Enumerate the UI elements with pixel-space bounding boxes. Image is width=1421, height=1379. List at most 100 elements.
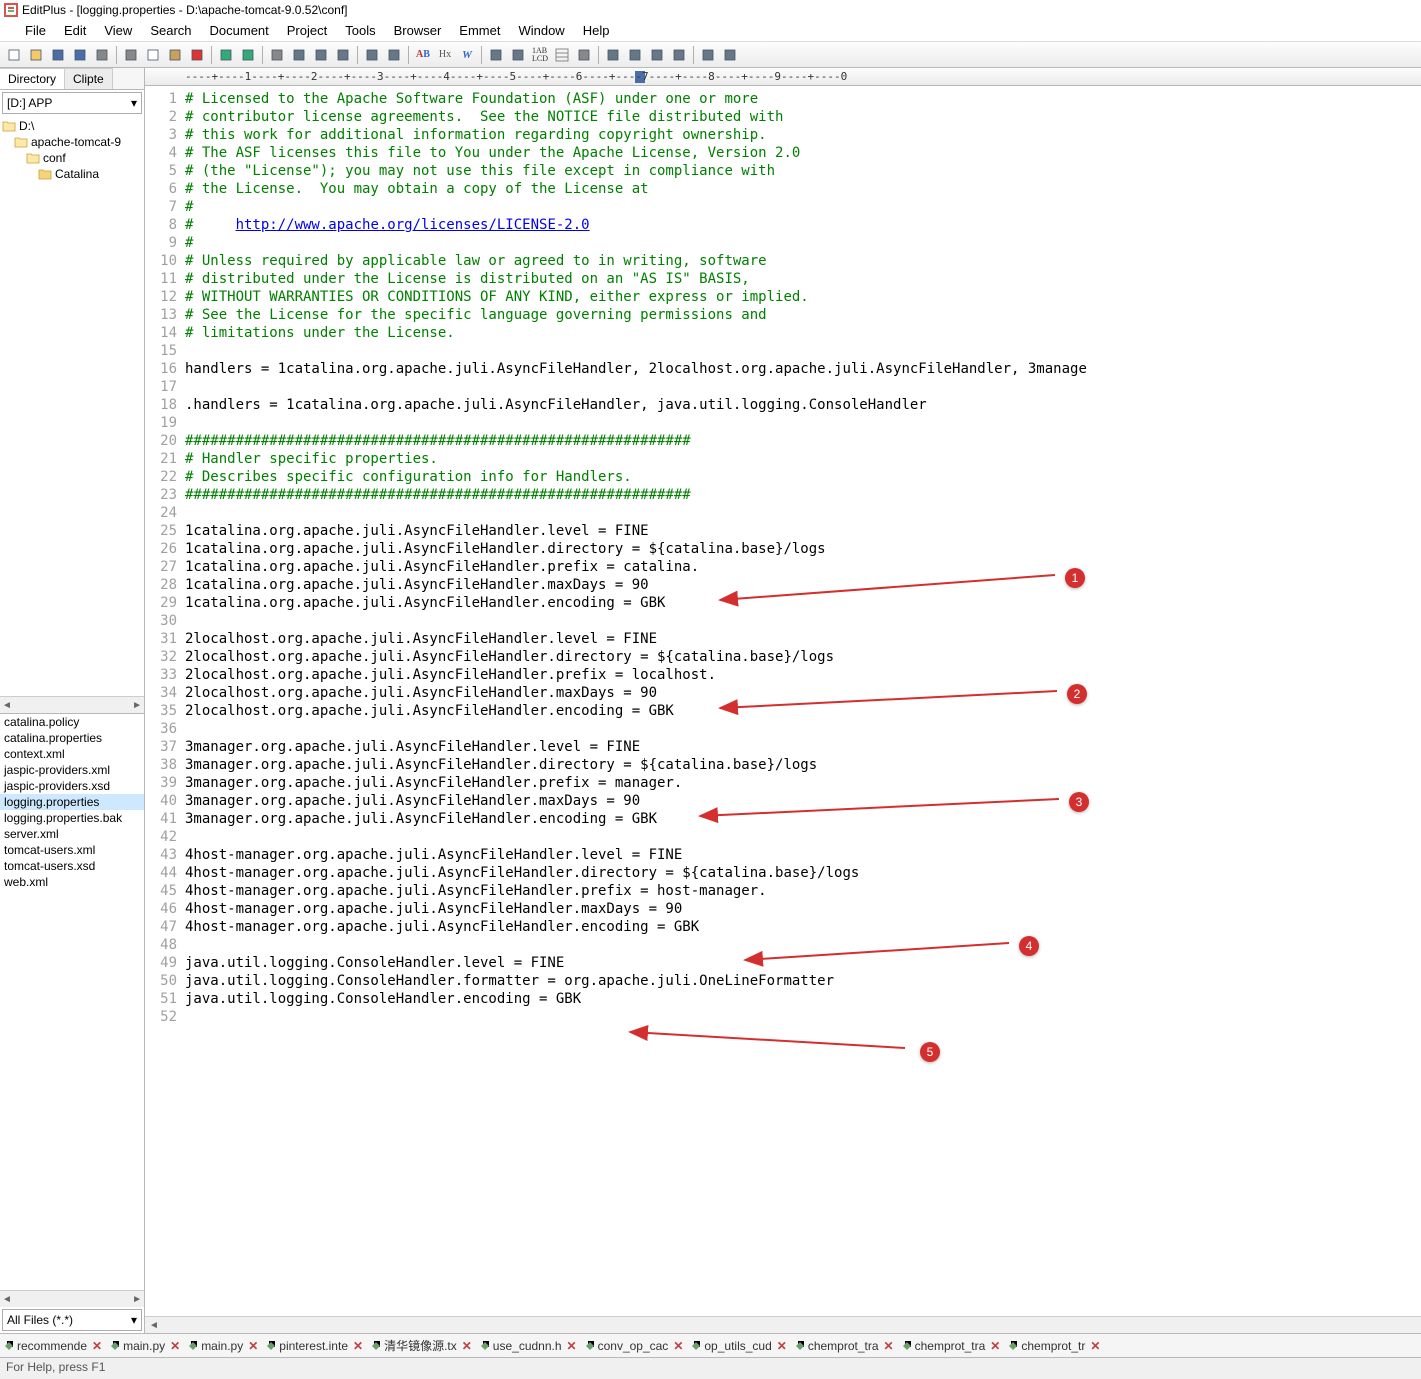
toolbar: ABHxW 1ABLCD bbox=[0, 42, 1421, 68]
menu-view[interactable]: View bbox=[95, 21, 141, 40]
file-context.xml[interactable]: context.xml bbox=[0, 746, 144, 762]
redo-button[interactable] bbox=[238, 45, 258, 65]
close-tab-icon[interactable]: ✕ bbox=[462, 1339, 472, 1353]
gear-button[interactable] bbox=[574, 45, 594, 65]
file-catalina.policy[interactable]: catalina.policy bbox=[0, 714, 144, 730]
menu-tools[interactable]: Tools bbox=[336, 21, 384, 40]
menu-document[interactable]: Document bbox=[201, 21, 278, 40]
close-tab-icon[interactable]: ✕ bbox=[884, 1339, 894, 1353]
go-to-button[interactable] bbox=[333, 45, 353, 65]
drive-selector[interactable]: [D:] APP ▾ bbox=[2, 92, 142, 114]
folder-tree[interactable]: D:\apache-tomcat-9confCatalina bbox=[0, 116, 144, 696]
doc-tab-chemprot_tra[interactable]: chemprot_tra✕ bbox=[791, 1337, 898, 1355]
filelist-scrollbar[interactable]: ◄► bbox=[0, 1290, 144, 1307]
folder-Catalina[interactable]: Catalina bbox=[2, 166, 142, 182]
hx-hex-button[interactable]: Hx bbox=[435, 45, 455, 65]
doc-tab-main.py[interactable]: main.py✕ bbox=[106, 1337, 184, 1355]
editor-h-scrollbar[interactable]: ◄ bbox=[145, 1316, 1421, 1333]
menu-search[interactable]: Search bbox=[141, 21, 200, 40]
ruler-button[interactable] bbox=[698, 45, 718, 65]
doc-tab-main.py[interactable]: main.py✕ bbox=[184, 1337, 262, 1355]
1ab-button[interactable]: 1ABLCD bbox=[530, 45, 550, 65]
folder-D[interactable]: D:\ bbox=[2, 118, 142, 134]
file-jaspic-providers.xml[interactable]: jaspic-providers.xml bbox=[0, 762, 144, 778]
menu-file[interactable]: File bbox=[16, 21, 55, 40]
copy-button[interactable] bbox=[143, 45, 163, 65]
new-file-button[interactable] bbox=[4, 45, 24, 65]
show-spaces-button[interactable] bbox=[669, 45, 689, 65]
tree-scrollbar[interactable]: ◄► bbox=[0, 696, 144, 713]
close-tab-icon[interactable]: ✕ bbox=[990, 1339, 1000, 1353]
doc-tab-use_cudnn.h[interactable]: use_cudnn.h✕ bbox=[476, 1337, 581, 1355]
column-sel-button[interactable] bbox=[603, 45, 623, 65]
file-list[interactable]: catalina.policycatalina.propertiescontex… bbox=[0, 713, 144, 1290]
close-tab-icon[interactable]: ✕ bbox=[567, 1339, 577, 1353]
find-button[interactable] bbox=[267, 45, 287, 65]
spell-button[interactable] bbox=[362, 45, 382, 65]
side-panel: Directory Clipte [D:] APP ▾ D:\apache-to… bbox=[0, 68, 145, 1333]
word-wrap-button[interactable] bbox=[384, 45, 404, 65]
doc-tab-chemprot_tra[interactable]: chemprot_tra✕ bbox=[898, 1337, 1005, 1355]
close-tab-icon[interactable]: ✕ bbox=[673, 1339, 683, 1353]
menu-project[interactable]: Project bbox=[278, 21, 336, 40]
modified-icon bbox=[1008, 1341, 1018, 1351]
save-all-button[interactable] bbox=[70, 45, 90, 65]
close-tab-icon[interactable]: ✕ bbox=[170, 1339, 180, 1353]
close-tab-icon[interactable]: ✕ bbox=[1090, 1339, 1100, 1353]
menu-bar: FileEditViewSearchDocumentProjectToolsBr… bbox=[0, 20, 1421, 42]
browser-button[interactable] bbox=[720, 45, 740, 65]
find-next-button[interactable] bbox=[289, 45, 309, 65]
outdent-button[interactable] bbox=[508, 45, 528, 65]
close-tab-icon[interactable]: ✕ bbox=[248, 1339, 258, 1353]
delete-button[interactable] bbox=[187, 45, 207, 65]
chevron-down-icon: ▾ bbox=[131, 1313, 137, 1327]
menu-edit[interactable]: Edit bbox=[55, 21, 95, 40]
file-server.xml[interactable]: server.xml bbox=[0, 826, 144, 842]
file-logging.properties.bak[interactable]: logging.properties.bak bbox=[0, 810, 144, 826]
indent-button[interactable] bbox=[486, 45, 506, 65]
annotation-marker-3: 3 bbox=[1069, 792, 1089, 812]
close-tab-icon[interactable]: ✕ bbox=[777, 1339, 787, 1353]
file-web.xml[interactable]: web.xml bbox=[0, 874, 144, 890]
file-logging.properties[interactable]: logging.properties bbox=[0, 794, 144, 810]
cut-button[interactable] bbox=[121, 45, 141, 65]
folder-conf[interactable]: conf bbox=[2, 150, 142, 166]
menu-browser[interactable]: Browser bbox=[385, 21, 451, 40]
document-tabs: recommende✕main.py✕main.py✕pinterest.int… bbox=[0, 1333, 1421, 1357]
lcd-button[interactable] bbox=[552, 45, 572, 65]
folder-apache-tomcat-9[interactable]: apache-tomcat-9 bbox=[2, 134, 142, 150]
file-tomcat-users.xml[interactable]: tomcat-users.xml bbox=[0, 842, 144, 858]
show-tabs-button[interactable] bbox=[625, 45, 645, 65]
replace-button[interactable] bbox=[311, 45, 331, 65]
print-button[interactable] bbox=[92, 45, 112, 65]
file-catalina.properties[interactable]: catalina.properties bbox=[0, 730, 144, 746]
undo-button[interactable] bbox=[216, 45, 236, 65]
menu-window[interactable]: Window bbox=[509, 21, 573, 40]
file-jaspic-providers.xsd[interactable]: jaspic-providers.xsd bbox=[0, 778, 144, 794]
ab-text-button[interactable]: AB bbox=[413, 45, 433, 65]
w-web-button[interactable]: W bbox=[457, 45, 477, 65]
window-title: EditPlus - [logging.properties - D:\apac… bbox=[22, 3, 348, 17]
doc-tab-pinterest.inte[interactable]: pinterest.inte✕ bbox=[262, 1337, 367, 1355]
file-filter[interactable]: All Files (*.*) ▾ bbox=[2, 1309, 142, 1331]
doc-tab-清华镜像源.tx[interactable]: 清华镜像源.tx✕ bbox=[367, 1335, 476, 1356]
paste-button[interactable] bbox=[165, 45, 185, 65]
doc-tab-op_utils_cud[interactable]: op_utils_cud✕ bbox=[687, 1337, 790, 1355]
close-tab-icon[interactable]: ✕ bbox=[353, 1339, 363, 1353]
save-button[interactable] bbox=[48, 45, 68, 65]
code-editor[interactable]: # Licensed to the Apache Software Founda… bbox=[185, 86, 1421, 1316]
annotation-marker-1: 1 bbox=[1065, 568, 1085, 588]
tab-directory[interactable]: Directory bbox=[0, 68, 65, 89]
tab-cliptext[interactable]: Clipte bbox=[65, 68, 113, 89]
doc-tab-recommende[interactable]: recommende✕ bbox=[0, 1337, 106, 1355]
file-filter-value: All Files (*.*) bbox=[7, 1313, 73, 1327]
doc-tab-chemprot_tr[interactable]: chemprot_tr✕ bbox=[1004, 1337, 1104, 1355]
menu-emmet[interactable]: Emmet bbox=[450, 21, 509, 40]
menu-help[interactable]: Help bbox=[574, 21, 619, 40]
close-tab-icon[interactable]: ✕ bbox=[92, 1339, 102, 1353]
doc-tab-conv_op_cac[interactable]: conv_op_cac✕ bbox=[581, 1337, 688, 1355]
show-eol-button[interactable] bbox=[647, 45, 667, 65]
file-tomcat-users.xsd[interactable]: tomcat-users.xsd bbox=[0, 858, 144, 874]
modified-icon bbox=[4, 1341, 14, 1351]
open-file-button[interactable] bbox=[26, 45, 46, 65]
